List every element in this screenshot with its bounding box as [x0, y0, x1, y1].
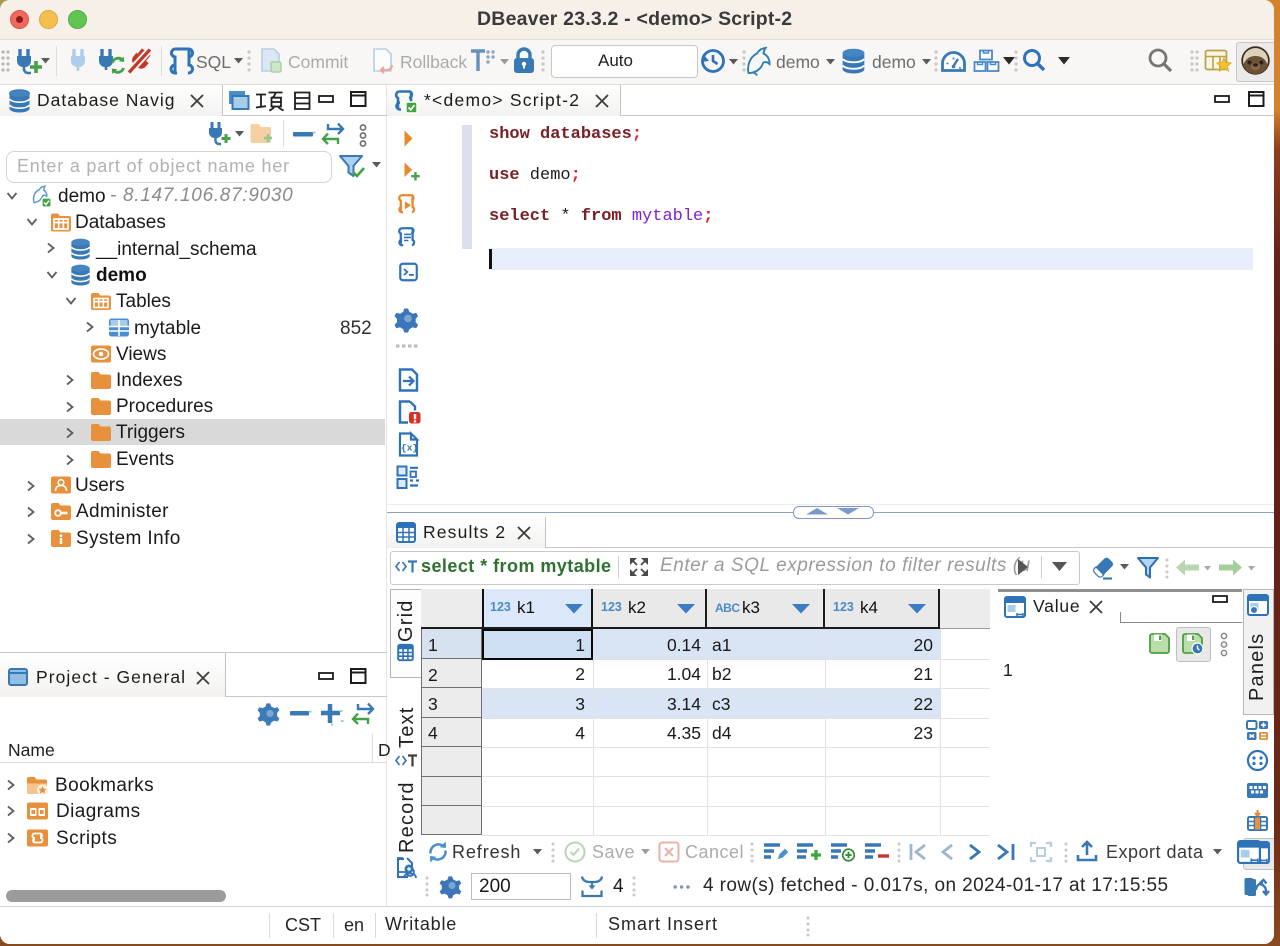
- svg-text:{x}: {x}: [401, 443, 418, 454]
